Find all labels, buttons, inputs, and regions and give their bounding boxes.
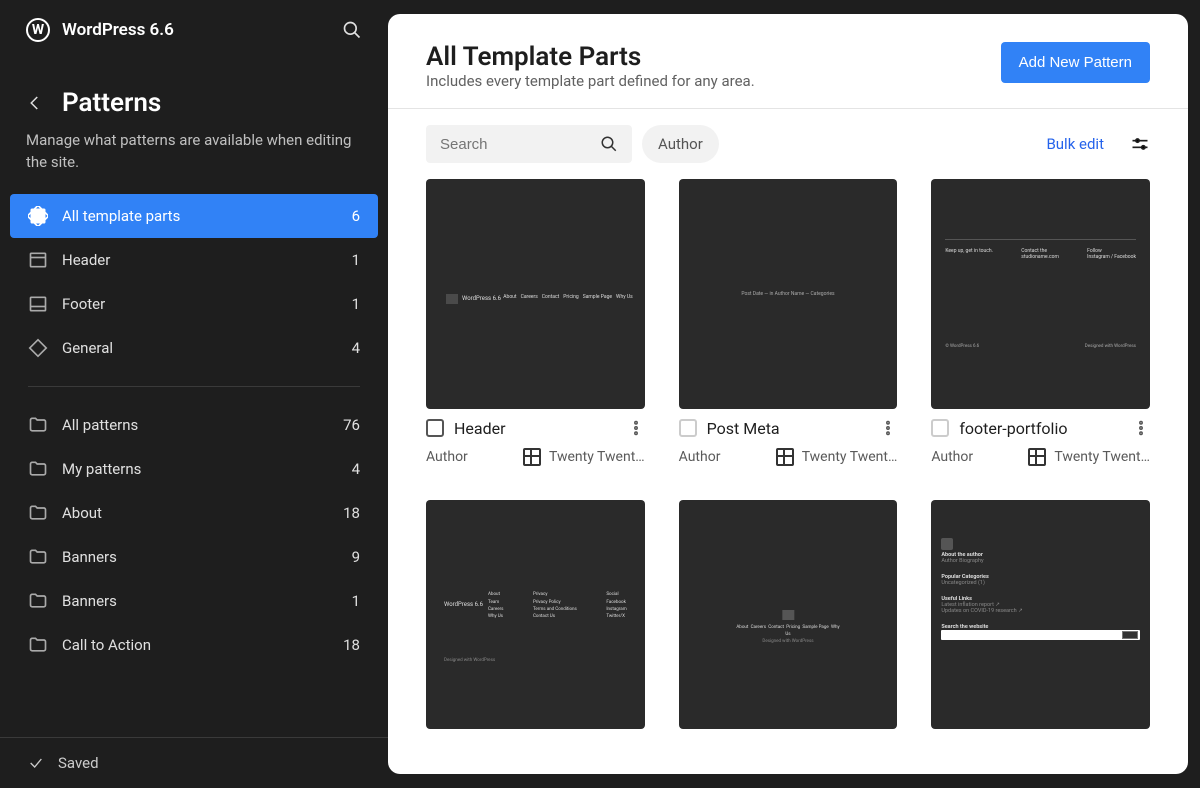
more-options-icon[interactable]: [879, 419, 897, 437]
nav-all-template-parts[interactable]: All template parts 6: [10, 194, 378, 238]
folder-icon: [28, 459, 48, 479]
nav-label: Footer: [62, 295, 105, 313]
nav-label: Banners: [62, 548, 117, 566]
theme-icon: [776, 448, 794, 466]
view-options-icon[interactable]: [1130, 134, 1150, 154]
nav-count: 18: [343, 636, 360, 654]
nav-count: 1: [352, 592, 360, 610]
template-thumbnail[interactable]: About the authorAuthor Biography Popular…: [931, 500, 1150, 730]
template-thumbnail[interactable]: WordPress 6.6 AboutCareersContactPricing…: [426, 179, 645, 409]
theme-name: Twenty Twent…: [1054, 449, 1150, 465]
nav-label: My patterns: [62, 460, 141, 478]
site-brand[interactable]: W WordPress 6.6: [26, 18, 174, 42]
folder-icon: [28, 503, 48, 523]
more-options-icon[interactable]: [627, 419, 645, 437]
nav-count: 1: [352, 295, 360, 313]
select-checkbox[interactable]: [679, 419, 697, 437]
author-filter-chip[interactable]: Author: [642, 125, 719, 163]
footer-layout-icon: [28, 294, 48, 314]
card-title: Header: [454, 419, 506, 438]
check-icon: [28, 755, 44, 771]
search-input[interactable]: [440, 136, 580, 153]
nav-label: Header: [62, 251, 110, 269]
author-label: Author: [426, 449, 468, 465]
nav-footer[interactable]: Footer 1: [10, 282, 378, 326]
template-card: WordPress 6.6 AboutCareersContactPricing…: [426, 179, 645, 466]
nav-label: About: [62, 504, 102, 522]
section-description: Manage what patterns are available when …: [0, 130, 388, 194]
nav-label: Call to Action: [62, 636, 151, 654]
page-subtitle: Includes every template part defined for…: [426, 72, 755, 90]
nav-count: 76: [343, 416, 360, 434]
nav-general[interactable]: General 4: [10, 326, 378, 370]
nav-call-to-action[interactable]: Call to Action 18: [10, 623, 378, 667]
site-title: WordPress 6.6: [62, 20, 174, 40]
bulk-edit-link[interactable]: Bulk edit: [1046, 135, 1104, 153]
select-checkbox[interactable]: [931, 419, 949, 437]
template-card: Keep up, get in touch.Contact thestudion…: [931, 179, 1150, 466]
nav-label: Banners: [62, 592, 117, 610]
search-input-wrapper[interactable]: [426, 125, 632, 163]
nav-count: 4: [352, 460, 360, 478]
topbar: W WordPress 6.6: [0, 0, 388, 60]
theme-icon: [1028, 448, 1046, 466]
theme-name: Twenty Twent…: [802, 449, 898, 465]
template-parts-icon: [28, 206, 48, 226]
wordpress-logo-icon: W: [26, 18, 50, 42]
select-checkbox[interactable]: [426, 419, 444, 437]
nav-all-patterns[interactable]: All patterns 76: [10, 403, 378, 447]
toolbar: Author Bulk edit: [388, 109, 1188, 179]
nav-count: 9: [352, 548, 360, 566]
divider: [28, 386, 360, 387]
folder-icon: [28, 591, 48, 611]
add-new-pattern-button[interactable]: Add New Pattern: [1001, 42, 1150, 83]
template-thumbnail[interactable]: About Careers Contact Pricing Sample Pag…: [679, 500, 898, 730]
search-icon[interactable]: [342, 20, 362, 40]
page-title: All Template Parts: [426, 42, 755, 72]
theme-icon: [523, 448, 541, 466]
template-thumbnail[interactable]: Keep up, get in touch.Contact thestudion…: [931, 179, 1150, 409]
card-title: Post Meta: [707, 419, 780, 438]
nav-count: 4: [352, 339, 360, 357]
more-options-icon[interactable]: [1132, 419, 1150, 437]
nav-count: 1: [352, 251, 360, 269]
nav-my-patterns[interactable]: My patterns 4: [10, 447, 378, 491]
search-icon[interactable]: [600, 135, 618, 153]
theme-name: Twenty Twent…: [549, 449, 645, 465]
author-label: Author: [931, 449, 973, 465]
saved-status: Saved: [0, 737, 388, 788]
nav-label: All patterns: [62, 416, 138, 434]
template-thumbnail[interactable]: WordPress 6.6 AboutTeamCareersWhy Us Pri…: [426, 500, 645, 730]
main-header: All Template Parts Includes every templa…: [388, 14, 1188, 109]
folder-icon: [28, 635, 48, 655]
nav-header[interactable]: Header 1: [10, 238, 378, 282]
template-card: About Careers Contact Pricing Sample Pag…: [679, 500, 898, 730]
back-icon[interactable]: [26, 94, 44, 112]
cards-grid: WordPress 6.6 AboutCareersContactPricing…: [388, 179, 1188, 729]
template-card: Post Date — in Author Name — Categories …: [679, 179, 898, 466]
card-title: footer-portfolio: [959, 419, 1067, 438]
nav-banners-1[interactable]: Banners 9: [10, 535, 378, 579]
nav-banners-2[interactable]: Banners 1: [10, 579, 378, 623]
template-thumbnail[interactable]: Post Date — in Author Name — Categories: [679, 179, 898, 409]
template-card: WordPress 6.6 AboutTeamCareersWhy Us Pri…: [426, 500, 645, 730]
template-card: About the authorAuthor Biography Popular…: [931, 500, 1150, 730]
section-header: Patterns: [0, 60, 388, 130]
template-parts-nav: All template parts 6 Header 1 Footer 1: [0, 194, 388, 667]
general-icon: [28, 338, 48, 358]
author-label: Author: [679, 449, 721, 465]
nav-count: 18: [343, 504, 360, 522]
saved-label: Saved: [58, 754, 99, 772]
sidebar: W WordPress 6.6 Patterns Manage what pat…: [0, 0, 388, 788]
folder-icon: [28, 547, 48, 567]
section-title: Patterns: [62, 88, 161, 118]
nav-count: 6: [352, 207, 360, 225]
header-layout-icon: [28, 250, 48, 270]
nav-label: All template parts: [62, 207, 180, 225]
folder-icon: [28, 415, 48, 435]
nav-about[interactable]: About 18: [10, 491, 378, 535]
nav-label: General: [62, 339, 113, 357]
main-panel: All Template Parts Includes every templa…: [388, 14, 1188, 774]
